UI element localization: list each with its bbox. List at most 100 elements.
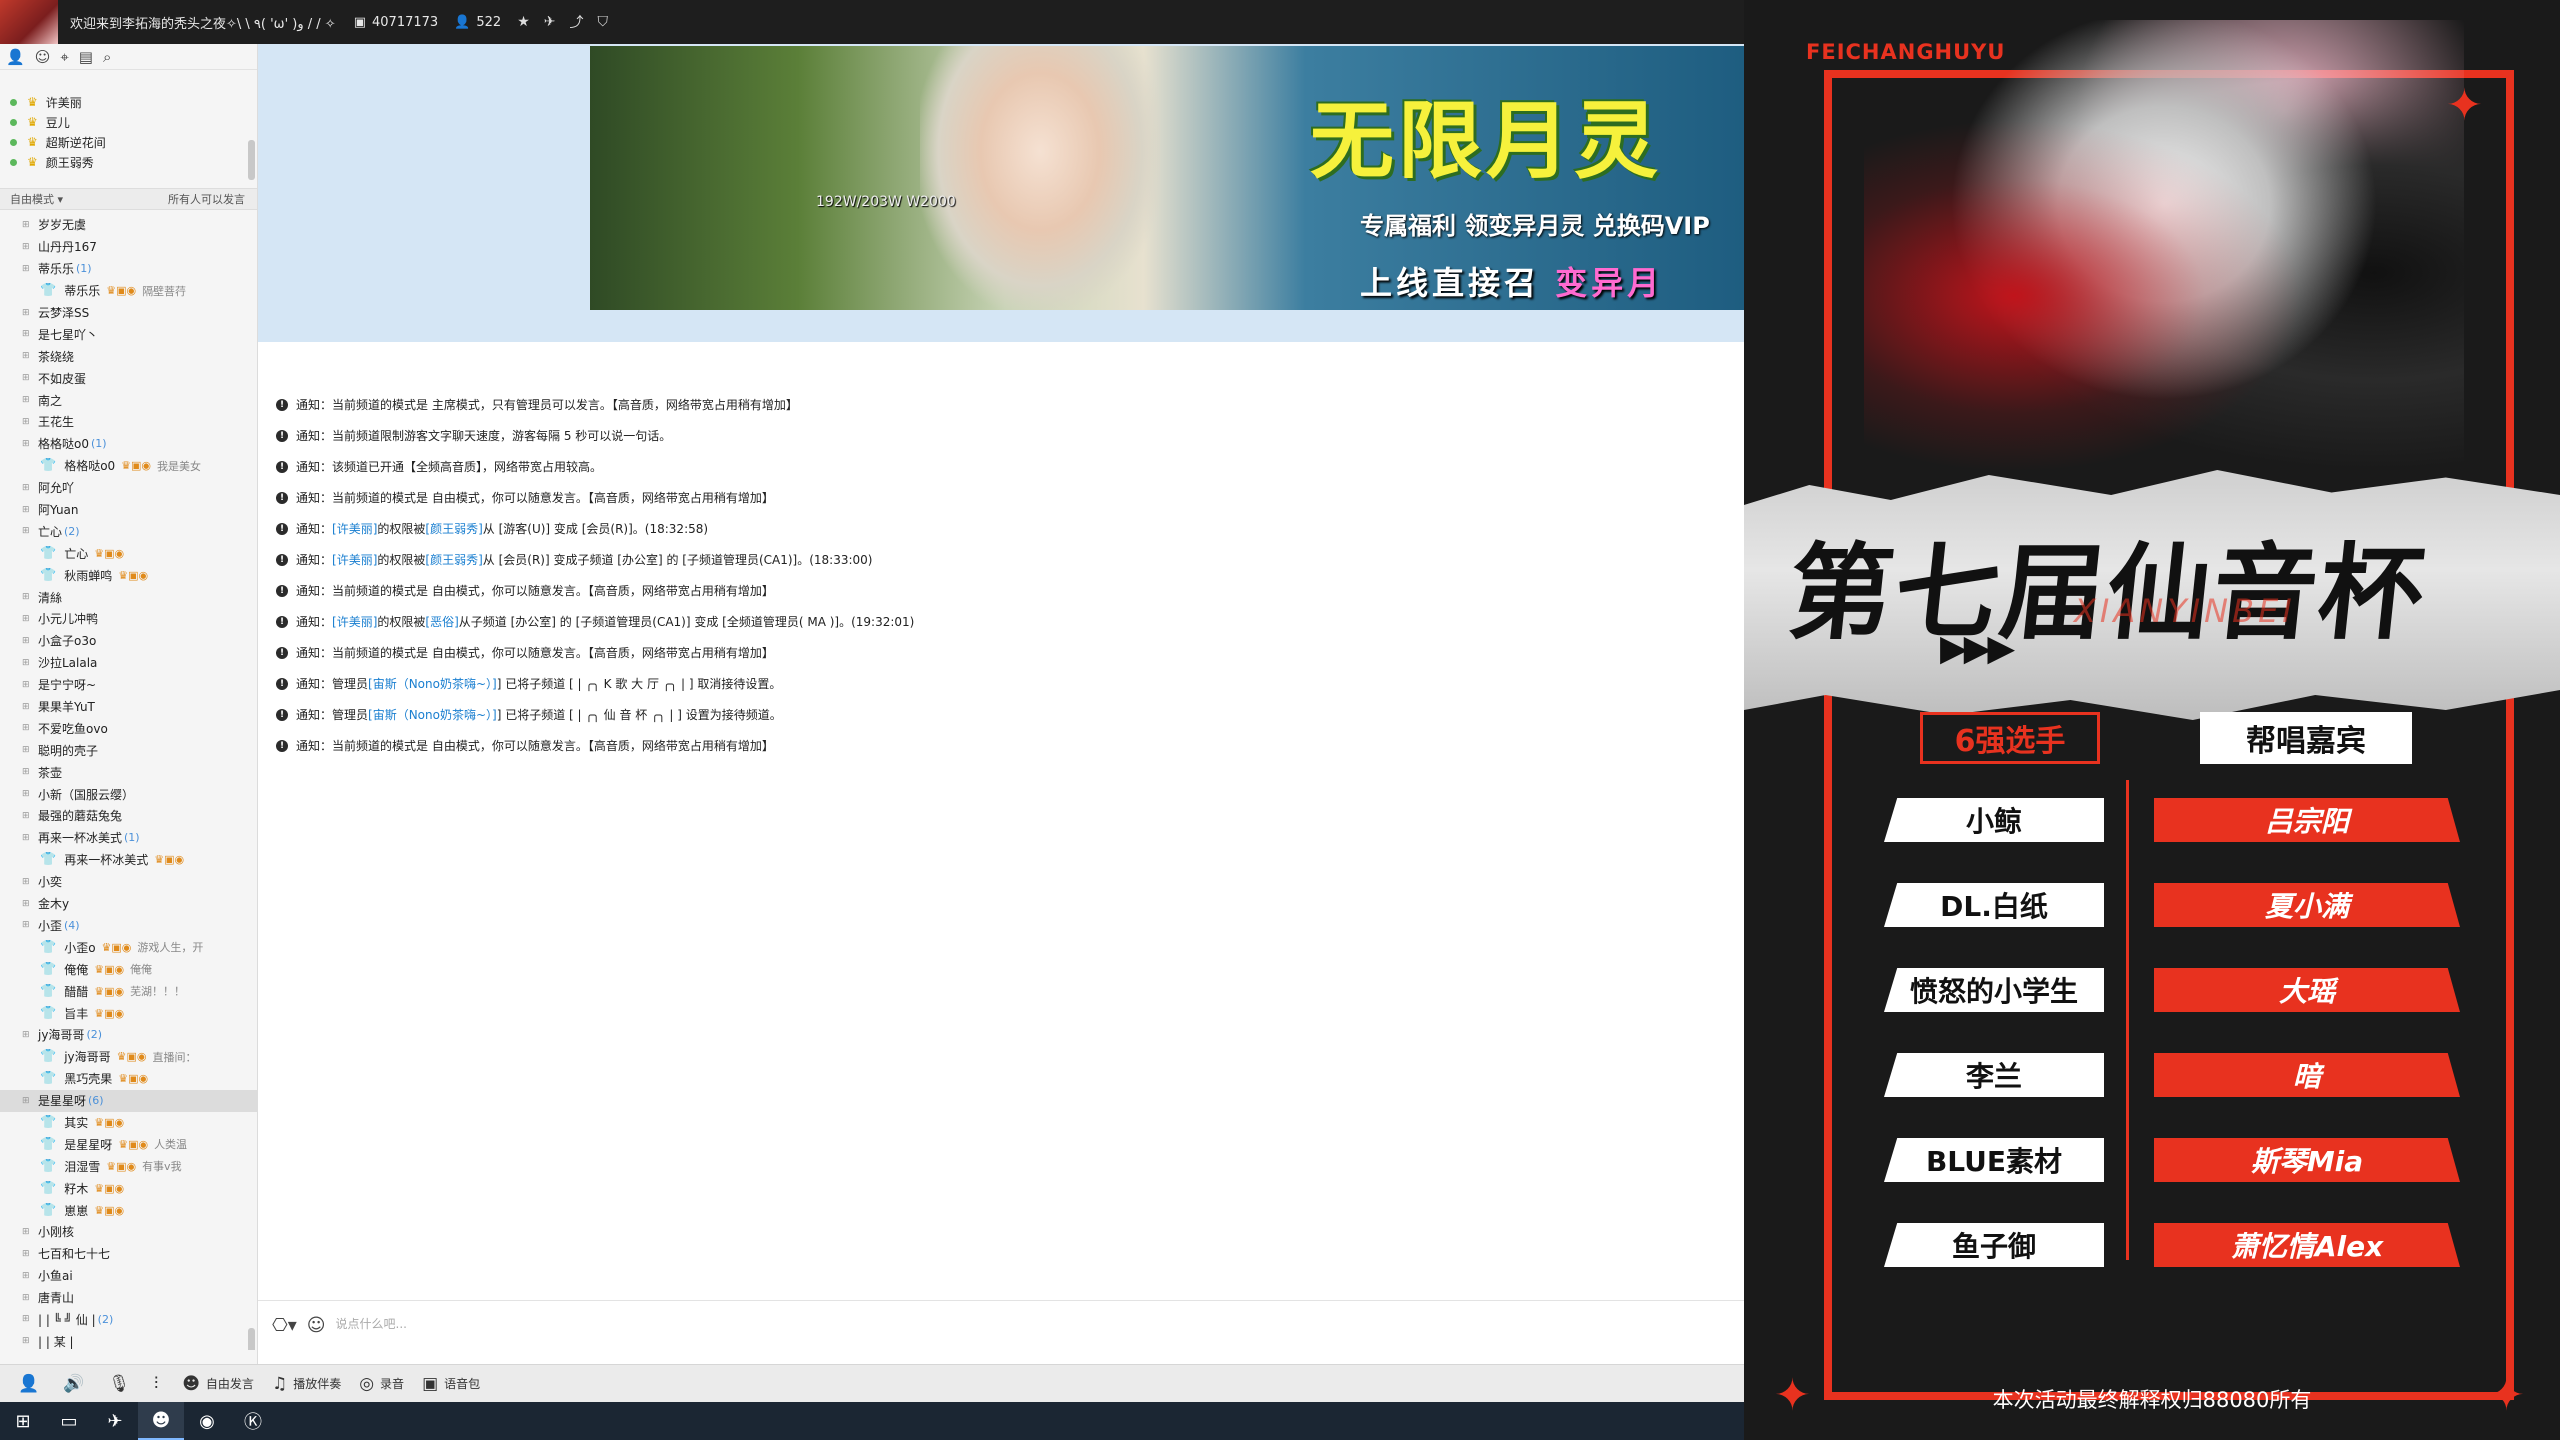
channel-item[interactable]: ⊞ 茶绕绕: [0, 345, 257, 367]
channel-item[interactable]: ⊞ 亡心 (2): [0, 520, 257, 542]
channel-item[interactable]: ⊞ 七百和七十七: [0, 1243, 257, 1265]
channel-avatar[interactable]: [0, 0, 58, 44]
start-windows-icon[interactable]: ⊞: [0, 1402, 46, 1440]
channel-item[interactable]: ⊞ 聪明的壳子: [0, 739, 257, 761]
expand-icon[interactable]: ⊞: [22, 526, 32, 536]
channel-user[interactable]: 👕 籽木 ♛▣◉: [0, 1177, 257, 1199]
user-link[interactable]: [颜王弱秀]: [425, 551, 482, 568]
expand-icon[interactable]: ⊞: [22, 220, 32, 230]
manager-item[interactable]: ♛ 许美丽: [10, 92, 257, 112]
expand-icon[interactable]: ⊞: [22, 1227, 32, 1237]
tab-user-icon[interactable]: 👤: [6, 48, 25, 66]
expand-icon[interactable]: ⊞: [22, 395, 32, 405]
channel-item[interactable]: ⊞ 小奕: [0, 871, 257, 893]
expand-icon[interactable]: ⊞: [22, 308, 32, 318]
user-link[interactable]: [颜王弱秀]: [425, 520, 482, 537]
app-plane-icon[interactable]: ✈: [92, 1402, 138, 1440]
channel-item[interactable]: ⊞ 小鱼ai: [0, 1265, 257, 1287]
search-icon[interactable]: ⌕: [103, 48, 111, 66]
expand-icon[interactable]: ⊞: [22, 373, 32, 383]
channel-item[interactable]: ⊞ 阿允吖: [0, 477, 257, 499]
channel-item[interactable]: ⊞ 是星星呀 (6): [0, 1089, 257, 1112]
mic-button[interactable]: 🎙: [108, 1374, 136, 1394]
channel-item[interactable]: ⊞ 小歪 (4): [0, 915, 257, 937]
tab-list-icon[interactable]: ▤: [79, 48, 93, 66]
message-composer[interactable]: ⎔▾ ☺ 说点什么吧...: [258, 1300, 1744, 1364]
channel-item[interactable]: ⊞ | | 某 |: [0, 1330, 257, 1350]
record-button[interactable]: ◎ 录音: [359, 1374, 404, 1394]
manager-item[interactable]: ♛ 超斯逆花间: [10, 132, 257, 152]
expand-icon[interactable]: ⊞: [22, 899, 32, 909]
gamepad-icon[interactable]: ⎔▾: [272, 1315, 297, 1336]
channel-user[interactable]: 👕 旨丰 ♛▣◉: [0, 1002, 257, 1024]
app-k-icon[interactable]: Ⓚ: [230, 1402, 276, 1440]
channel-item[interactable]: ⊞ 南之: [0, 389, 257, 411]
channel-item[interactable]: ⊞ 岁岁无虞: [0, 214, 257, 236]
channel-scrollbar[interactable]: [248, 1328, 255, 1350]
channel-item[interactable]: ⊞ 格格哒o0 (1): [0, 433, 257, 455]
expand-icon[interactable]: ⊞: [22, 658, 32, 668]
mixer-button[interactable]: ⫶: [154, 1374, 164, 1394]
user-link[interactable]: [许美丽]: [332, 520, 377, 537]
expand-icon[interactable]: ⊞: [22, 636, 32, 646]
expand-icon[interactable]: ⊞: [22, 329, 32, 339]
channel-item[interactable]: ⊞ 唐青山: [0, 1287, 257, 1309]
user-link[interactable]: [宙斯（Nono奶茶嗨~）]: [368, 706, 497, 723]
expand-icon[interactable]: ⊞: [22, 1293, 32, 1303]
expand-icon[interactable]: ⊞: [22, 417, 32, 427]
app-yy-icon[interactable]: ☻: [138, 1402, 184, 1440]
expand-icon[interactable]: ⊞: [22, 789, 32, 799]
channel-item[interactable]: ⊞ 云梦泽SS: [0, 302, 257, 324]
channel-item[interactable]: ⊞ 沙拉Lalala: [0, 652, 257, 674]
expand-icon[interactable]: ⊞: [22, 702, 32, 712]
channel-item[interactable]: ⊞ 不如皮蛋: [0, 367, 257, 389]
expand-icon[interactable]: ⊞: [22, 767, 32, 777]
channel-item[interactable]: ⊞ 果果羊YuT: [0, 696, 257, 718]
channel-user[interactable]: 👕 黑巧壳果 ♛▣◉: [0, 1068, 257, 1090]
channel-item[interactable]: ⊞ 蒂乐乐 (1): [0, 258, 257, 280]
channel-item[interactable]: ⊞ jy海哥哥 (2): [0, 1024, 257, 1046]
avatar-status-button[interactable]: 👤: [18, 1374, 45, 1394]
channel-user[interactable]: 👕 格格哒o0 ♛▣◉ 我是美女: [0, 455, 257, 477]
manager-item[interactable]: ♛ 豆儿: [10, 112, 257, 132]
channel-user[interactable]: 👕 俺俺 ♛▣◉ 俺俺: [0, 958, 257, 980]
expand-icon[interactable]: ⊞: [22, 811, 32, 821]
expand-icon[interactable]: ⊞: [22, 614, 32, 624]
channel-item[interactable]: ⊞ 王花生: [0, 411, 257, 433]
expand-icon[interactable]: ⊞: [22, 1030, 32, 1040]
channel-item[interactable]: ⊞ 是七星吖丶: [0, 323, 257, 345]
channel-item[interactable]: ⊞ 小元儿冲鸭: [0, 608, 257, 630]
channel-user[interactable]: 👕 泪湿雪 ♛▣◉ 有事v我: [0, 1155, 257, 1177]
expand-icon[interactable]: ⊞: [22, 920, 32, 930]
expand-icon[interactable]: ⊞: [22, 1336, 32, 1346]
expand-icon[interactable]: ⊞: [22, 592, 32, 602]
emoji-icon[interactable]: ☺: [307, 1315, 326, 1336]
free-speech-button[interactable]: ☻ 自由发言: [182, 1374, 254, 1394]
channel-user[interactable]: 👕 亡心 ♛▣◉: [0, 542, 257, 564]
channel-item[interactable]: ⊞ 最强的蘑菇兔兔: [0, 805, 257, 827]
user-link[interactable]: [许美丽]: [332, 613, 377, 630]
expand-icon[interactable]: ⊞: [22, 745, 32, 755]
channel-item[interactable]: ⊞ 小新（国服云缨）: [0, 783, 257, 805]
tab-chat-icon[interactable]: ☺: [35, 48, 51, 66]
expand-icon[interactable]: ⊞: [22, 1249, 32, 1259]
plane-icon[interactable]: ✈: [544, 14, 556, 30]
expand-icon[interactable]: ⊞: [22, 723, 32, 733]
channel-item[interactable]: ⊞ 清絲: [0, 586, 257, 608]
channel-item[interactable]: ⊞ 不爱吃鱼ovo: [0, 717, 257, 739]
user-link[interactable]: [恶俗]: [425, 613, 458, 630]
share-icon[interactable]: ⤴: [569, 12, 583, 32]
manager-scrollbar[interactable]: [248, 140, 255, 180]
channel-item[interactable]: ⊞ 小盒子o3o: [0, 630, 257, 652]
channel-user[interactable]: 👕 小歪o ♛▣◉ 游戏人生，开: [0, 936, 257, 958]
expand-icon[interactable]: ⊞: [22, 1096, 32, 1106]
app-browser-icon[interactable]: ◉: [184, 1402, 230, 1440]
channel-user[interactable]: 👕 秋雨蝉鸣 ♛▣◉: [0, 564, 257, 586]
channel-user[interactable]: 👕 醋醋 ♛▣◉ 芜湖！！！: [0, 980, 257, 1002]
expand-icon[interactable]: ⊞: [22, 1314, 32, 1324]
channel-item[interactable]: ⊞ 小刚核: [0, 1221, 257, 1243]
channel-user[interactable]: 👕 崽崽 ♛▣◉: [0, 1199, 257, 1221]
channel-item[interactable]: ⊞ 茶壶: [0, 761, 257, 783]
user-link[interactable]: [宙斯（Nono奶茶嗨~）]: [368, 675, 497, 692]
voice-pack-button[interactable]: ▣ 语音包: [422, 1374, 480, 1394]
